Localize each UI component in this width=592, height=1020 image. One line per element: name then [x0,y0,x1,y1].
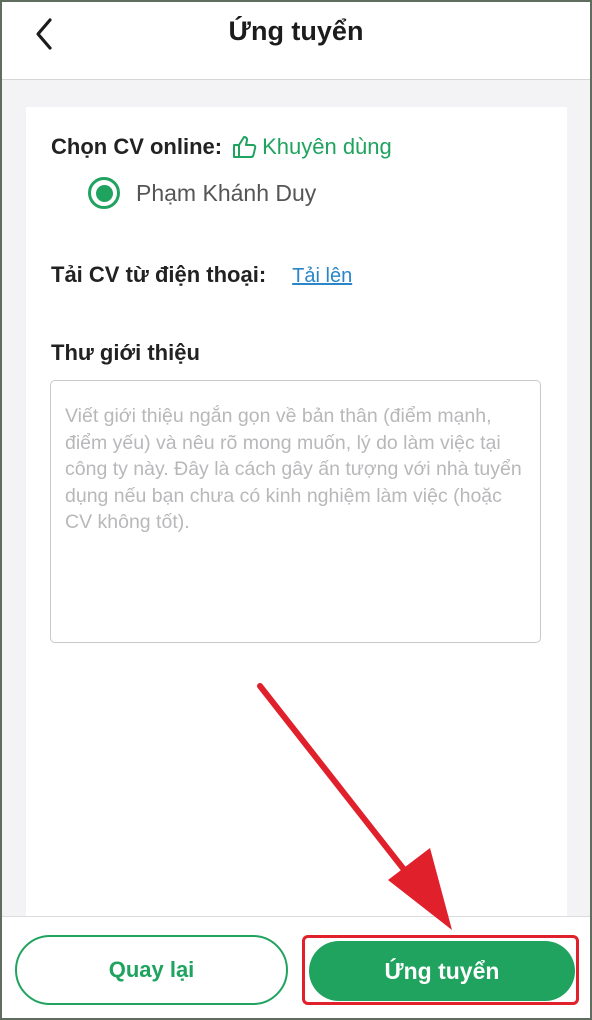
cv-online-row: Chọn CV online: Khuyên dùng [51,134,392,160]
cv-online-label: Chọn CV online: [51,134,223,159]
cv-name: Phạm Khánh Duy [136,179,317,206]
cover-letter-title: Thư giới thiệu [51,340,200,365]
apply-form-card: Chọn CV online: Khuyên dùng Phạm Khánh D… [26,107,567,927]
apply-button[interactable]: Ứng tuyển [309,941,575,1001]
recommend-text: Khuyên dùng [262,134,392,159]
radio-button-selected[interactable] [88,177,120,209]
cv-radio-option[interactable]: Phạm Khánh Duy [88,177,316,209]
app-header: Ứng tuyển [0,0,592,80]
upload-link[interactable]: Tải lên [292,265,352,288]
radio-dot [95,184,113,202]
back-footer-button[interactable]: Quay lại [15,935,288,1005]
recommend-badge: Khuyên dùng [232,134,392,160]
upload-label: Tải CV từ điện thoại: [51,262,267,287]
apply-highlight-box: Ứng tuyển [302,935,579,1005]
cover-letter-input[interactable]: Viết giới thiệu ngắn gọn về bản thân (đi… [50,380,541,643]
footer-bar: Quay lại Ứng tuyển [0,916,592,1020]
upload-row: Tải CV từ điện thoại: Tải lên [51,262,352,288]
thumbs-up-icon [233,136,257,158]
cover-letter-placeholder: Viết giới thiệu ngắn gọn về bản thân (đi… [65,405,522,533]
page-title: Ứng tuyển [228,16,364,46]
